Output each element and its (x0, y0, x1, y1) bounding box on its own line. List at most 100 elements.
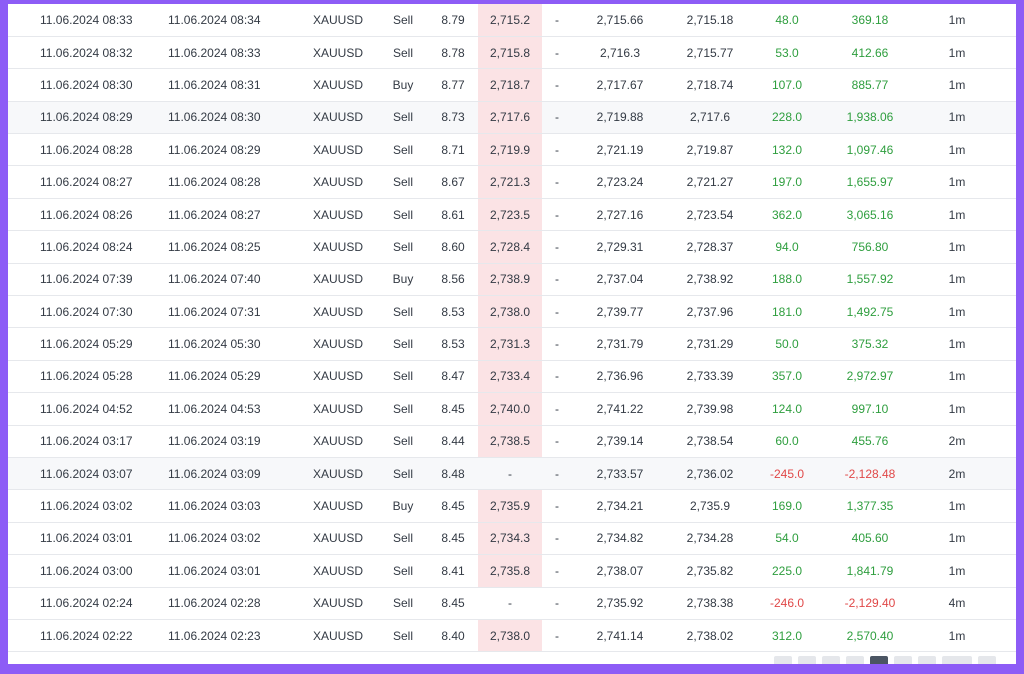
take-profit-cell: 2,735.9 (478, 489, 542, 523)
lot-size-cell: 8.40 (441, 628, 465, 643)
exit-price-cell: 2,734.28 (686, 531, 734, 546)
gain-percent-cell: 0.38% (996, 166, 1016, 198)
exit-price-cell: 2,733.39 (686, 369, 734, 384)
table-row: 11.06.2024 02:22 11.06.2024 02:23 XAUUSD Se… (8, 619, 1016, 652)
open-time-cell: 11.06.2024 02:22 (40, 628, 133, 643)
pagination-page-button[interactable] (894, 656, 912, 664)
pagination-next-button[interactable] (978, 656, 996, 664)
pagination-current-page[interactable] (870, 656, 888, 664)
take-profit-cell: 2,731.3 (478, 327, 542, 361)
open-time-cell: 11.06.2024 08:32 (40, 45, 133, 60)
symbol-cell: XAUUSD (312, 628, 363, 643)
profit-cell: 1,377.35 (846, 499, 894, 514)
close-time-cell: 11.06.2024 02:28 (168, 596, 261, 611)
gain-percent-cell: 0.70% (996, 360, 1016, 392)
exit-price-cell: 2,738.92 (686, 272, 734, 287)
duration-cell: 1m (948, 499, 966, 514)
pagination-page-button[interactable] (822, 656, 840, 664)
close-time-cell: 11.06.2024 08:25 (168, 239, 261, 254)
pagination-page-button[interactable] (798, 656, 816, 664)
gain-percent-cell: 0.08% (996, 4, 1016, 36)
table-row: 11.06.2024 08:26 11.06.2024 08:27 XAUUSD Se… (8, 198, 1016, 231)
stop-loss-cell: - (555, 531, 559, 546)
lot-size-cell: 8.45 (441, 596, 465, 611)
entry-price-cell: 2,735.92 (596, 596, 644, 611)
trade-history-table: 11.06.2024 08:33 11.06.2024 08:34 XAUUSD Se… (8, 4, 1016, 652)
stop-loss-cell: - (555, 142, 559, 157)
pips-cell: 225.0 (771, 563, 803, 578)
trade-rows: 11.06.2024 08:33 11.06.2024 08:34 XAUUSD Se… (8, 4, 1016, 652)
table-row: 11.06.2024 03:07 11.06.2024 03:09 XAUUSD Se… (8, 457, 1016, 490)
duration-cell: 2m (948, 434, 966, 449)
side-cell: Buy (392, 77, 414, 92)
table-row: 11.06.2024 08:32 11.06.2024 08:33 XAUUSD Se… (8, 36, 1016, 69)
exit-price-cell: 2,738.54 (686, 434, 734, 449)
lot-size-cell: 8.78 (441, 45, 465, 60)
pips-cell: 53.0 (775, 45, 799, 60)
entry-price-cell: 2,723.24 (596, 175, 644, 190)
gain-percent-cell: 0.09% (996, 36, 1016, 68)
take-profit-cell: - (508, 466, 512, 481)
open-time-cell: 11.06.2024 03:01 (40, 531, 133, 546)
duration-cell: 1m (948, 12, 966, 27)
side-cell: Sell (392, 531, 413, 546)
table-row: 11.06.2024 08:24 11.06.2024 08:25 XAUUSD Se… (8, 230, 1016, 264)
open-time-cell: 11.06.2024 08:29 (40, 110, 133, 125)
lot-size-cell: 8.79 (441, 12, 465, 27)
side-cell: Sell (392, 466, 413, 481)
symbol-cell: XAUUSD (312, 369, 363, 384)
pagination-page-button[interactable] (918, 656, 936, 664)
take-profit-cell: 2,721.3 (478, 165, 542, 199)
pagination-page-button[interactable] (942, 656, 972, 664)
side-cell: Sell (392, 563, 413, 578)
gain-percent-cell: 0.44% (996, 555, 1016, 587)
side-cell: Buy (392, 499, 414, 514)
stop-loss-cell: - (555, 499, 559, 514)
pagination-page-button[interactable] (846, 656, 864, 664)
open-time-cell: 11.06.2024 03:07 (40, 466, 133, 481)
open-time-cell: 11.06.2024 07:39 (40, 272, 133, 287)
take-profit-cell: 2,738.0 (478, 295, 542, 328)
exit-price-cell: 2,737.96 (686, 304, 734, 319)
pagination-prev-button[interactable] (774, 656, 792, 664)
exit-price-cell: 2,731.29 (686, 337, 734, 352)
stop-loss-cell: - (555, 207, 559, 222)
table-row: 11.06.2024 05:28 11.06.2024 05:29 XAUUSD Se… (8, 360, 1016, 393)
stop-loss-cell: - (555, 110, 559, 125)
symbol-cell: XAUUSD (312, 434, 363, 449)
stop-loss-cell: - (555, 596, 559, 611)
table-row: 11.06.2024 08:27 11.06.2024 08:28 XAUUSD Se… (8, 165, 1016, 199)
entry-price-cell: 2,727.16 (596, 207, 644, 222)
table-row: 11.06.2024 05:29 11.06.2024 05:30 XAUUSD Se… (8, 327, 1016, 361)
exit-price-cell: 2,739.98 (686, 401, 734, 416)
profit-cell: 412.66 (851, 45, 889, 60)
symbol-cell: XAUUSD (312, 12, 363, 27)
entry-price-cell: 2,738.07 (596, 563, 644, 578)
profit-cell: 1,557.92 (846, 272, 894, 287)
exit-price-cell: 2,735.82 (686, 563, 734, 578)
side-cell: Sell (392, 45, 413, 60)
side-cell: Sell (392, 304, 413, 319)
exit-price-cell: 2,718.74 (686, 77, 734, 92)
profit-cell: 375.32 (851, 337, 889, 352)
stop-loss-cell: - (555, 401, 559, 416)
duration-cell: 1m (948, 77, 966, 92)
open-time-cell: 11.06.2024 08:33 (40, 12, 133, 27)
symbol-cell: XAUUSD (312, 304, 363, 319)
open-time-cell: 11.06.2024 05:28 (40, 369, 133, 384)
duration-cell: 1m (948, 401, 966, 416)
duration-cell: 2m (948, 466, 966, 481)
side-cell: Sell (392, 369, 413, 384)
pips-cell: 169.0 (771, 499, 803, 514)
symbol-cell: XAUUSD (312, 531, 363, 546)
exit-price-cell: 2,717.6 (689, 110, 731, 125)
profit-cell: 3,065.16 (846, 207, 894, 222)
stop-loss-cell: - (555, 466, 559, 481)
duration-cell: 1m (948, 45, 966, 60)
take-profit-cell: 2,717.6 (478, 101, 542, 134)
duration-cell: 1m (948, 337, 966, 352)
table-row: 11.06.2024 07:30 11.06.2024 07:31 XAUUSD Se… (8, 295, 1016, 328)
exit-price-cell: 2,738.02 (686, 628, 734, 643)
duration-cell: 1m (948, 239, 966, 254)
lot-size-cell: 8.53 (441, 337, 465, 352)
